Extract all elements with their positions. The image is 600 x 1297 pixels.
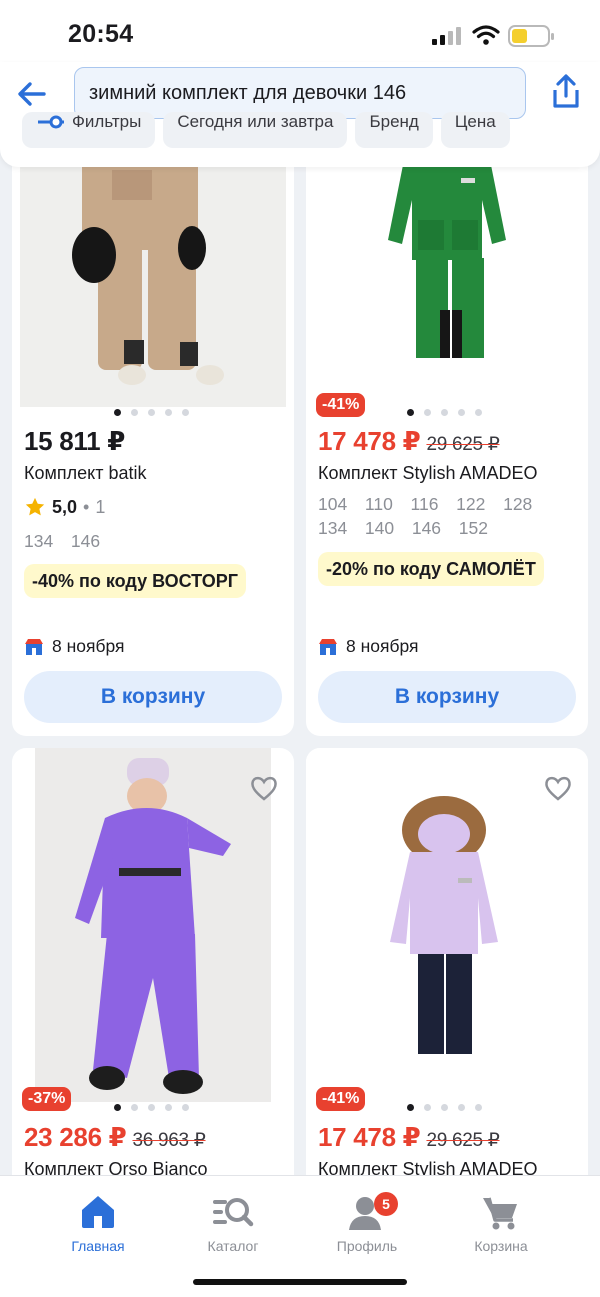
filter-chips: Фильтры Сегодня или завтра Бренд Цена [22,112,510,148]
old-price: 29 625 ₽ [426,1130,500,1151]
product-name[interactable]: Комплект batik [24,463,146,484]
image-pagination-dots [407,1104,482,1111]
product-price: 15 811 ₽ [24,426,126,456]
favorite-heart-icon[interactable] [542,772,574,804]
back-arrow-icon [18,82,46,106]
home-indicator [193,1279,407,1285]
share-icon [553,74,579,108]
delivery-info: 8 ноября [24,636,125,657]
product-image[interactable] [35,748,271,1102]
delivery-info: 8 ноября [318,636,419,657]
wifi-icon [472,25,500,45]
status-time: 20:54 [68,20,134,48]
promo-badge: -20% по коду САМОЛЁТ [318,552,544,586]
product-card[interactable]: -37% 23 286 ₽36 963 ₽ Комплект Orso Bian… [12,748,294,1218]
product-card[interactable]: -41% 17 478 ₽29 625 ₽ Комплект Stylish A… [306,130,588,736]
battery-icon [508,25,554,47]
filter-chip-delivery[interactable]: Сегодня или завтра [163,112,348,148]
product-sizes: 134 146 [24,531,101,551]
product-image[interactable] [306,130,588,392]
product-price: 17 478 ₽29 625 ₽ [318,426,500,456]
add-to-cart-button[interactable]: В корзину [24,671,282,723]
filter-chip-filters[interactable]: Фильтры [22,112,156,148]
product-sizes: 104 110 116 122 128 134 140 146 152 [318,494,551,538]
status-bar: 20:54 [0,0,600,62]
tab-cart[interactable]: Корзина [446,1192,556,1254]
image-pagination-dots [407,409,482,416]
tab-profile[interactable]: 5 Профиль [312,1192,422,1254]
image-pagination-dots [114,409,189,416]
filter-icon [38,115,64,129]
product-name[interactable]: Комплект Stylish AMADEO [318,463,538,484]
search-header: зимний комплект для девочки 146 Фильтры … [0,62,600,167]
tab-catalog[interactable]: Каталог [178,1192,288,1254]
favorite-heart-icon[interactable] [248,772,280,804]
filter-chip-price[interactable]: Цена [440,112,510,148]
discount-badge: -37% [22,1087,72,1111]
cellular-signal-icon [432,27,461,45]
product-image[interactable] [20,130,286,407]
share-button[interactable] [550,74,582,110]
tab-home[interactable]: Главная [43,1192,153,1254]
add-to-cart-button[interactable]: В корзину [318,671,576,723]
profile-notification-badge: 5 [374,1192,398,1216]
cart-icon [483,1197,517,1230]
product-price: 17 478 ₽29 625 ₽ [318,1122,500,1152]
home-icon [82,1196,114,1228]
old-price: 36 963 ₽ [132,1130,206,1151]
filter-chip-brand[interactable]: Бренд [355,112,433,148]
promo-badge: -40% по коду ВОСТОРГ [24,564,246,598]
discount-badge: -41% [316,1087,366,1111]
catalog-search-icon [213,1198,254,1227]
pickup-point-icon [319,638,337,655]
product-price: 23 286 ₽36 963 ₽ [24,1122,206,1152]
product-rating: 5,0 • 1 [24,496,105,518]
product-card[interactable]: -41% 17 478 ₽29 625 ₽ Комплект Stylish A… [306,748,588,1218]
pickup-point-icon [25,638,43,655]
old-price: 29 625 ₽ [426,434,500,455]
discount-badge: -41% [316,393,366,417]
back-button[interactable] [14,76,50,112]
product-card[interactable]: 15 811 ₽ Комплект batik 5,0 • 1 134 146 -4… [12,130,294,736]
image-pagination-dots [114,1104,189,1111]
star-icon [25,497,45,516]
